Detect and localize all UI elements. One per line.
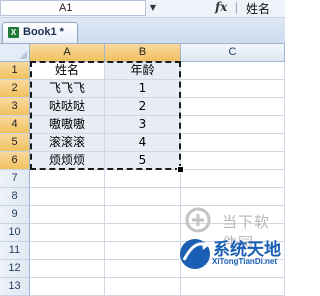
cell[interactable] xyxy=(105,224,181,242)
formula-input[interactable]: 姓名 xyxy=(246,0,270,17)
select-all-button[interactable] xyxy=(0,44,30,62)
cell[interactable] xyxy=(181,278,285,296)
watermark-site2-url: XiTongTianDi.net xyxy=(212,257,278,266)
cell[interactable] xyxy=(181,170,285,188)
cell-b3[interactable]: 2 xyxy=(105,98,181,116)
cell[interactable] xyxy=(30,242,105,260)
cell-c6[interactable] xyxy=(181,152,285,170)
row-header[interactable]: 5 xyxy=(0,134,30,152)
cell-b5[interactable]: 4 xyxy=(105,134,181,152)
cell-a5[interactable]: 滚滚滚 xyxy=(30,134,105,152)
formula-bar: A1 ▼ fx 姓名 xyxy=(0,0,285,18)
name-box-dropdown-icon[interactable]: ▼ xyxy=(147,2,159,14)
cell-a2[interactable]: 飞飞飞 xyxy=(30,80,105,98)
cell-a4[interactable]: 嗷嗷嗷 xyxy=(30,116,105,134)
cell-b2[interactable]: 1 xyxy=(105,80,181,98)
cell[interactable] xyxy=(105,206,181,224)
name-box[interactable]: A1 xyxy=(0,0,146,16)
cell-b6[interactable]: 5 xyxy=(105,152,181,170)
cell-c2[interactable] xyxy=(181,80,285,98)
watermark-site1-logo-icon xyxy=(185,207,211,233)
name-box-value: A1 xyxy=(59,2,73,14)
row-header[interactable]: 13 xyxy=(0,278,30,296)
formula-bar-divider xyxy=(236,2,237,14)
row-header[interactable]: 3 xyxy=(0,98,30,116)
cell[interactable] xyxy=(105,278,181,296)
row-header[interactable]: 1 xyxy=(0,62,30,80)
row-header[interactable]: 9 xyxy=(0,206,30,224)
cell-a6[interactable]: 烦烦烦 xyxy=(30,152,105,170)
watermark-site2-logo-icon xyxy=(180,239,210,269)
cell[interactable] xyxy=(30,224,105,242)
cell[interactable] xyxy=(105,260,181,278)
row-header[interactable]: 10 xyxy=(0,224,30,242)
cell-c4[interactable] xyxy=(181,116,285,134)
workbook-tab-label: Book1 * xyxy=(23,26,64,38)
watermark-site1: 当下软件园 xyxy=(176,207,285,252)
cell[interactable] xyxy=(181,188,285,206)
cell-a1[interactable]: 姓名 xyxy=(30,62,105,80)
column-header-c[interactable]: C xyxy=(181,44,285,62)
cell-a3[interactable]: 哒哒哒 xyxy=(30,98,105,116)
cell-c1[interactable] xyxy=(181,62,285,80)
cell[interactable] xyxy=(30,188,105,206)
row-header[interactable]: 4 xyxy=(0,116,30,134)
workbook-tab-strip: X Book1 * xyxy=(0,18,285,44)
column-header-a[interactable]: A xyxy=(30,44,105,62)
cell[interactable] xyxy=(105,242,181,260)
cell-b4[interactable]: 3 xyxy=(105,116,181,134)
select-all-triangle-icon xyxy=(19,51,27,59)
excel-icon: X xyxy=(8,27,19,38)
row-header[interactable]: 11 xyxy=(0,242,30,260)
cell-c5[interactable] xyxy=(181,134,285,152)
row-header[interactable]: 6 xyxy=(0,152,30,170)
cell-b1[interactable]: 年龄 xyxy=(105,62,181,80)
row-header[interactable]: 2 xyxy=(0,80,30,98)
row-header[interactable]: 12 xyxy=(0,260,30,278)
cell[interactable] xyxy=(30,278,105,296)
fill-handle[interactable] xyxy=(177,166,184,173)
cell[interactable] xyxy=(105,170,181,188)
cell-c3[interactable] xyxy=(181,98,285,116)
column-header-b[interactable]: B xyxy=(105,44,181,62)
watermark-site2: 系统天地 XiTongTianDi.net xyxy=(176,232,285,277)
cell[interactable] xyxy=(30,170,105,188)
cell[interactable] xyxy=(105,188,181,206)
insert-function-icon[interactable]: fx xyxy=(215,0,227,14)
row-header[interactable]: 8 xyxy=(0,188,30,206)
row-header[interactable]: 7 xyxy=(0,170,30,188)
cell[interactable] xyxy=(30,206,105,224)
cell[interactable] xyxy=(30,260,105,278)
workbook-tab[interactable]: X Book1 * xyxy=(2,22,78,43)
